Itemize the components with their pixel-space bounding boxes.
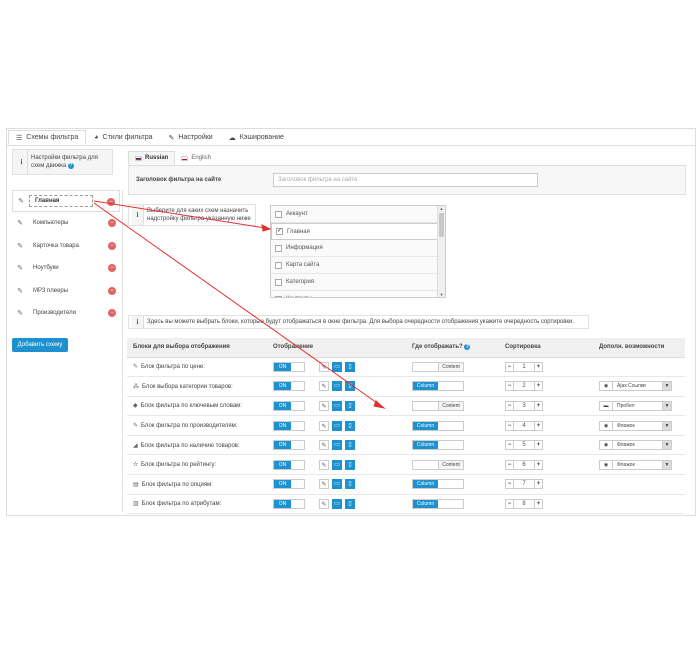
arrow-to-checklist bbox=[93, 200, 266, 229]
arrow-to-table bbox=[93, 202, 381, 406]
arrow-head bbox=[373, 400, 386, 409]
arrow-head bbox=[261, 224, 272, 232]
annotation-arrows bbox=[93, 200, 386, 409]
